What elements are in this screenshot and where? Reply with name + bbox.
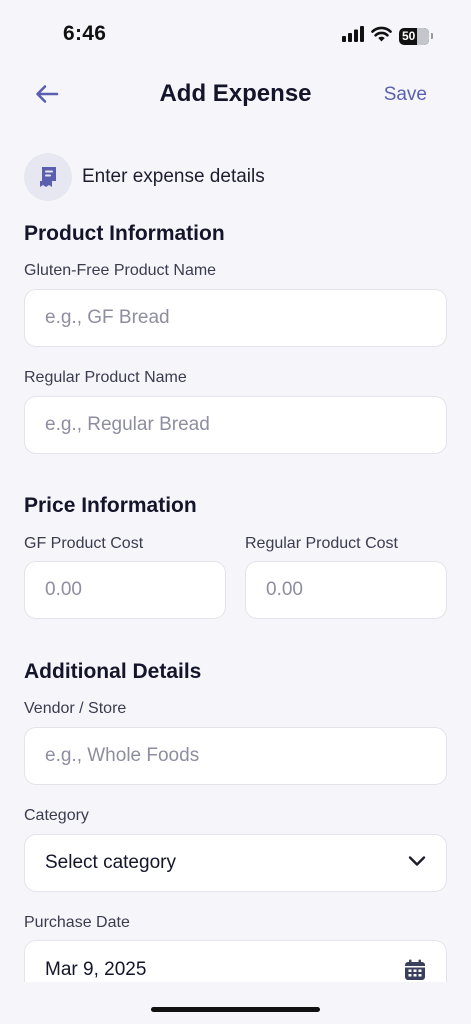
intro-header: Enter expense details — [24, 153, 265, 201]
regular-cost-input[interactable] — [245, 561, 447, 619]
intro-text: Enter expense details — [82, 166, 265, 187]
battery-level: 50 — [402, 29, 416, 43]
vendor-input[interactable] — [24, 727, 447, 785]
regular-cost-label: Regular Product Cost — [245, 535, 398, 552]
receipt-icon — [24, 153, 72, 201]
save-button[interactable]: Save — [384, 84, 427, 106]
category-select[interactable]: Select category — [24, 834, 447, 892]
category-label: Category — [24, 807, 89, 824]
nav-bar: Add Expense Save — [0, 72, 471, 120]
purchase-date-value: Mar 9, 2025 — [45, 959, 147, 980]
status-time: 6:46 — [63, 22, 107, 45]
category-value: Select category — [45, 852, 176, 873]
regular-name-input[interactable] — [24, 396, 447, 454]
purchase-date-field[interactable]: Mar 9, 2025 — [24, 940, 447, 982]
home-indicator — [151, 1007, 320, 1012]
signal-icon — [342, 25, 364, 47]
gf-cost-label: GF Product Cost — [24, 535, 144, 552]
purchase-date-label: Purchase Date — [24, 914, 130, 931]
wifi-icon — [371, 26, 392, 47]
battery-cap — [431, 33, 433, 39]
battery-icon: 50 — [399, 27, 429, 45]
status-bar: 6:46 50 — [0, 0, 471, 72]
vendor-label: Vendor / Store — [24, 700, 127, 717]
purchase-date-clip: Mar 9, 2025 — [24, 940, 447, 982]
section-title-product: Product Information — [24, 222, 225, 245]
section-title-additional: Additional Details — [24, 660, 202, 683]
gf-name-input[interactable] — [24, 289, 447, 347]
section-title-price: Price Information — [24, 494, 197, 517]
calendar-icon[interactable] — [404, 959, 426, 982]
chevron-down-icon — [408, 854, 426, 872]
gf-cost-input[interactable] — [24, 561, 226, 619]
status-icons: 50 — [342, 25, 433, 47]
gf-name-label: Gluten-Free Product Name — [24, 262, 217, 279]
regular-name-label: Regular Product Name — [24, 369, 187, 386]
